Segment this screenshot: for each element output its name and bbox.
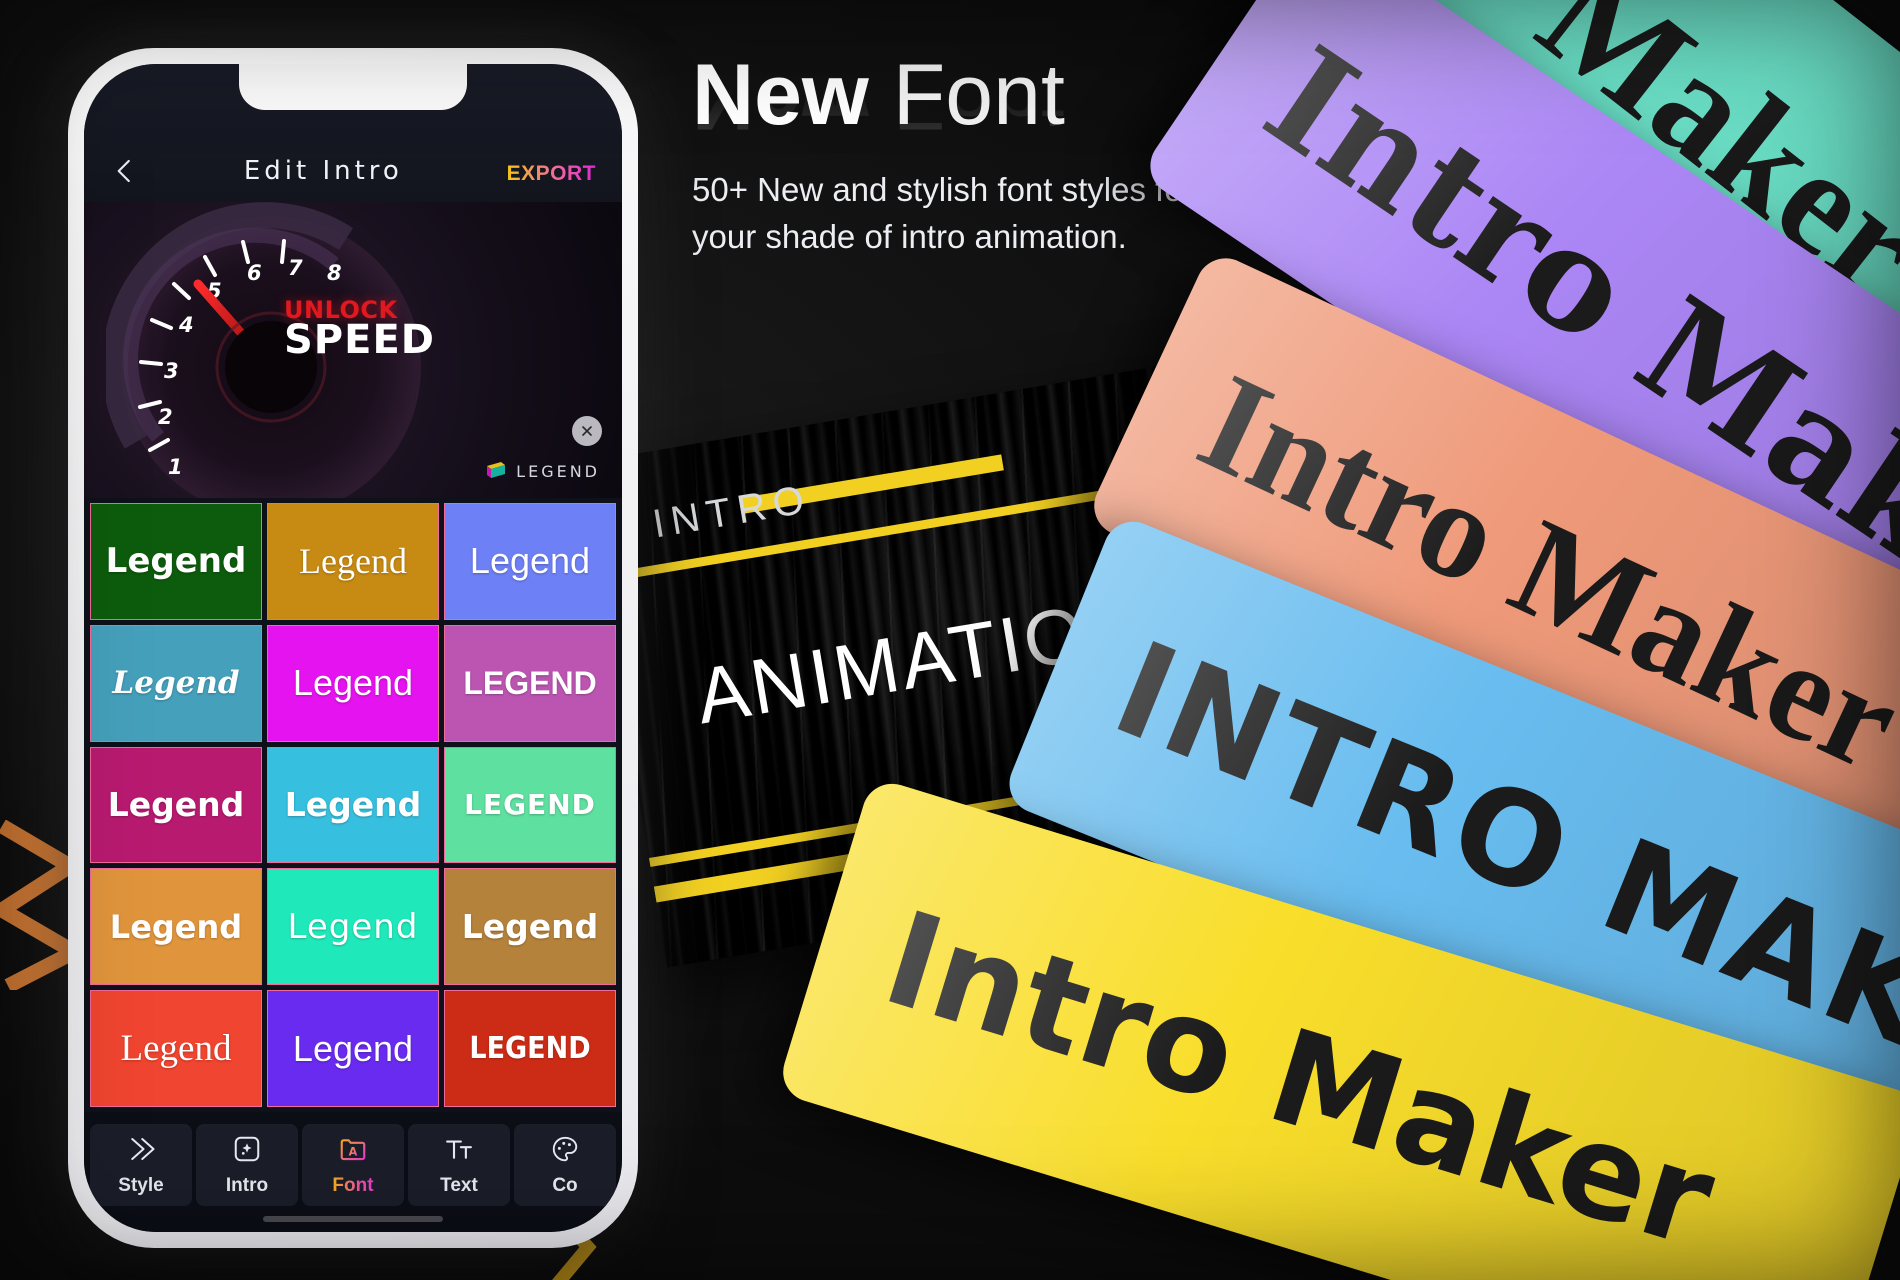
svg-text:2: 2: [158, 405, 173, 429]
font-tile-label: Legend: [109, 907, 243, 946]
font-tile[interactable]: Legend: [90, 503, 262, 620]
editor-toolbar[interactable]: Style Intro A Font Text Co: [84, 1112, 622, 1232]
toolbar-item-intro[interactable]: Intro: [196, 1124, 298, 1206]
font-tile[interactable]: LEGEND: [444, 746, 616, 864]
font-tile-label: Legend: [469, 540, 591, 582]
font-tile-label: Legend: [292, 662, 414, 704]
toolbar-item-text[interactable]: Text: [408, 1124, 510, 1206]
svg-text:A: A: [349, 1145, 358, 1158]
font-tile[interactable]: Legend: [90, 746, 262, 864]
toolbar-item-label: Style: [118, 1174, 164, 1196]
toolbar-item-co[interactable]: Co: [514, 1124, 616, 1206]
text-size-icon: [444, 1134, 474, 1169]
legend-watermark: LEGEND: [483, 458, 600, 484]
font-tile[interactable]: Legend: [90, 868, 262, 986]
font-tile[interactable]: Legend: [267, 868, 439, 986]
font-tile-label: LEGEND: [464, 788, 596, 822]
font-tile-label: Legend: [461, 907, 599, 947]
font-tile-label: Legend: [287, 906, 419, 947]
font-tile[interactable]: Legend: [444, 503, 616, 620]
page-title: Edit Intro: [243, 156, 403, 186]
font-tile-label: Legend: [112, 665, 240, 702]
font-tile-label: Legend: [120, 1028, 232, 1070]
font-tile-label: Legend: [299, 541, 407, 582]
svg-text:3: 3: [164, 359, 179, 383]
double-chevron-right-icon: [126, 1134, 156, 1169]
watermark-label: LEGEND: [516, 461, 600, 481]
toolbar-item-label: Co: [552, 1174, 578, 1196]
font-tile[interactable]: Legend: [267, 503, 439, 620]
video-preview[interactable]: 1 2 3 4 5 6 7 8 UNLOCK SPEED LEGEND: [84, 202, 622, 498]
sparkle-square-icon: [232, 1134, 262, 1169]
chevron-left-icon[interactable]: [110, 156, 140, 186]
toolbar-item-label: Intro: [225, 1174, 269, 1196]
font-tile-label: Legend: [292, 1027, 414, 1069]
phone-screen: Edit Intro EXPORT 1 2 3 4 5 6 7 8 UNLOCK…: [84, 64, 622, 1232]
font-style-grid[interactable]: Legend Legend Legend Legend Legend LEGEND Lege…: [84, 498, 622, 1112]
headline-bold-word: New: [692, 47, 869, 143]
toolbar-item-label: Text: [440, 1174, 478, 1196]
font-tile[interactable]: LEGEND: [444, 990, 616, 1107]
svg-text:7: 7: [288, 256, 303, 280]
export-button[interactable]: EXPORT: [507, 162, 596, 186]
toolbar-item-style[interactable]: Style: [90, 1124, 192, 1206]
svg-text:4: 4: [178, 313, 194, 337]
font-tile[interactable]: Legend: [444, 868, 616, 986]
svg-text:1: 1: [168, 455, 183, 479]
phone-mockup: Edit Intro EXPORT 1 2 3 4 5 6 7 8 UNLOCK…: [68, 48, 638, 1248]
promo-stage: Edit Intro EXPORT 1 2 3 4 5 6 7 8 UNLOCK…: [0, 0, 1900, 1280]
font-tile-label: Legend: [107, 785, 245, 825]
template-title-main: SPEED: [284, 317, 435, 363]
toolbar-item-label: Font: [332, 1174, 374, 1196]
headline-light-word: Font: [892, 47, 1065, 143]
legend-logo-icon: [487, 462, 506, 478]
font-tile[interactable]: LEGEND: [444, 624, 616, 742]
font-tile[interactable]: Legend: [267, 990, 439, 1107]
home-indicator: [263, 1216, 443, 1222]
svg-text:8: 8: [327, 261, 342, 285]
font-tile[interactable]: Legend: [90, 990, 262, 1107]
font-tile-label: LEGEND: [469, 1031, 591, 1067]
font-tile[interactable]: Legend: [267, 746, 439, 864]
svg-text:6: 6: [247, 261, 262, 285]
font-tile-label: LEGEND: [463, 664, 597, 701]
preview-template-text: UNLOCK SPEED: [284, 298, 435, 360]
phone-notch: [239, 64, 467, 110]
font-folder-a-icon: A: [338, 1134, 368, 1169]
font-tile-label: Legend: [105, 541, 247, 582]
font-tile-label: Legend: [284, 785, 422, 825]
font-tile[interactable]: Legend: [267, 624, 439, 742]
close-circle-icon[interactable]: [572, 416, 602, 446]
color-palette-icon: [550, 1134, 580, 1169]
toolbar-item-font[interactable]: A Font: [302, 1124, 404, 1206]
font-tile[interactable]: Legend: [90, 624, 262, 742]
